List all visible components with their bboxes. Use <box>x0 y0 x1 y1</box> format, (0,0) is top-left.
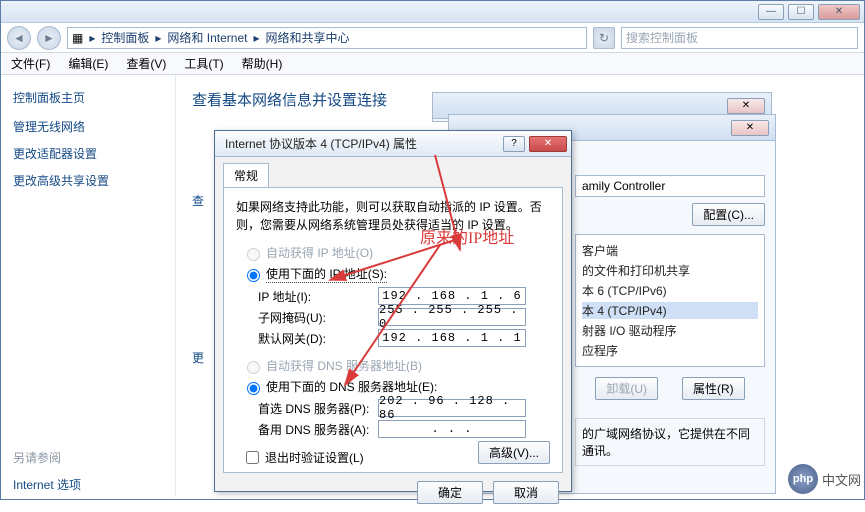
dialog-title: Internet 协议版本 4 (TCP/IPv4) 属性 <box>219 135 417 152</box>
breadcrumb-sep: ▸ <box>155 31 161 45</box>
dialog-titlebar: Internet 协议版本 4 (TCP/IPv4) 属性 ? ✕ <box>215 131 571 157</box>
radio-auto-dns-label: 自动获得 DNS 服务器地址(B) <box>266 357 422 374</box>
window-titlebar: — ☐ ✕ <box>1 1 864 23</box>
back-button[interactable]: ◄ <box>7 26 31 50</box>
menu-bar: 文件(F) 编辑(E) 查看(V) 工具(T) 帮助(H) <box>1 53 864 75</box>
cancel-button[interactable]: 取消 <box>493 481 559 504</box>
radio-manual-ip-input[interactable] <box>247 269 260 282</box>
net-item-driver[interactable]: 射器 I/O 驱动程序 <box>582 322 758 339</box>
menu-edit[interactable]: 编辑(E) <box>68 55 108 72</box>
input-dns2[interactable]: . . . <box>378 420 526 438</box>
breadcrumb-seg2[interactable]: 网络和 Internet <box>167 29 247 46</box>
menu-file[interactable]: 文件(F) <box>11 55 50 72</box>
adapter-name-text: amily Controller <box>582 179 665 193</box>
radio-auto-dns-input <box>247 361 260 374</box>
advanced-button[interactable]: 高级(V)... <box>478 441 550 464</box>
nav-toolbar: ◄ ► ▦ ▸ 控制面板 ▸ 网络和 Internet ▸ 网络和共享中心 ↻ … <box>1 23 864 53</box>
checkbox-validate-input[interactable] <box>246 451 259 464</box>
dialog-help-button[interactable]: ? <box>503 136 525 152</box>
breadcrumb-seg3[interactable]: 网络和共享中心 <box>265 29 349 46</box>
label-dns2: 备用 DNS 服务器(A): <box>258 421 378 438</box>
label-ip: IP 地址(I): <box>258 288 378 305</box>
net-item-fileprint[interactable]: 的文件和打印机共享 <box>582 262 758 279</box>
watermark: php 中文网 <box>788 464 861 494</box>
search-placeholder: 搜索控制面板 <box>626 29 698 46</box>
input-gateway[interactable]: 192 . 168 . 1 . 1 <box>378 329 526 347</box>
menu-tools[interactable]: 工具(T) <box>184 55 223 72</box>
configure-button[interactable]: 配置(C)... <box>692 203 765 226</box>
radio-auto-dns: 自动获得 DNS 服务器地址(B) <box>242 357 550 374</box>
net-item-client[interactable]: 客户端 <box>582 242 758 259</box>
sidebar-link-wireless[interactable]: 管理无线网络 <box>13 118 163 135</box>
label-mask: 子网掩码(U): <box>258 309 378 326</box>
sidebar-link-internet-options[interactable]: Internet 选项 <box>13 476 163 493</box>
php-logo-icon: php <box>788 464 818 494</box>
ok-button[interactable]: 确定 <box>417 481 483 504</box>
menu-view[interactable]: 查看(V) <box>126 55 166 72</box>
sidebar: 控制面板主页 管理无线网络 更改适配器设置 更改高级共享设置 另请参阅 Inte… <box>1 75 176 497</box>
radio-manual-ip[interactable]: 使用下面的 IP 地址(S): <box>242 265 550 283</box>
tab-general[interactable]: 常规 <box>223 163 269 187</box>
address-bar[interactable]: ▦ ▸ 控制面板 ▸ 网络和 Internet ▸ 网络和共享中心 <box>67 27 587 49</box>
dialog-close-button[interactable]: ✕ <box>529 136 567 152</box>
radio-manual-ip-label: 使用下面的 IP 地址(S): <box>266 265 387 283</box>
uninstall-button: 卸载(U) <box>595 377 658 400</box>
watermark-text: 中文网 <box>822 470 861 489</box>
breadcrumb-seg1[interactable]: 控制面板 <box>101 29 149 46</box>
search-box[interactable]: 搜索控制面板 <box>621 27 858 49</box>
menu-help[interactable]: 帮助(H) <box>242 55 283 72</box>
breadcrumb-sep: ▸ <box>89 31 95 45</box>
ipv4-properties-dialog: Internet 协议版本 4 (TCP/IPv4) 属性 ? ✕ 常规 如果网… <box>214 130 572 492</box>
sidebar-link-adapter[interactable]: 更改适配器设置 <box>13 145 163 162</box>
radio-auto-ip-label: 自动获得 IP 地址(O) <box>266 244 373 261</box>
net-item-ipv6[interactable]: 本 6 (TCP/IPv6) <box>582 282 758 299</box>
maximize-button[interactable]: ☐ <box>788 4 814 20</box>
label-gateway: 默认网关(D): <box>258 330 378 347</box>
protocol-desc-line1: 的广域网络协议，它提供在不同 <box>582 425 758 442</box>
control-panel-icon: ▦ <box>72 31 83 45</box>
dialog-tabs: 常规 <box>223 163 571 187</box>
net-item-responder[interactable]: 应程序 <box>582 342 758 359</box>
input-mask[interactable]: 255 . 255 . 255 . 0 <box>378 308 526 326</box>
input-dns1[interactable]: 202 . 96 . 128 . 86 <box>378 399 526 417</box>
refresh-button[interactable]: ↻ <box>593 27 615 49</box>
protocol-desc-line2: 通讯。 <box>582 442 758 459</box>
radio-manual-dns-input[interactable] <box>247 382 260 395</box>
radio-auto-ip-input[interactable] <box>247 248 260 261</box>
adapter-properties-fragment: amily Controller 配置(C)... 客户端 的文件和打印机共享 … <box>575 175 765 466</box>
sidebar-header[interactable]: 控制面板主页 <box>13 89 163 106</box>
radio-manual-dns[interactable]: 使用下面的 DNS 服务器地址(E): <box>242 378 550 395</box>
bg-dialog-close-icon[interactable]: ✕ <box>727 98 765 114</box>
properties-button[interactable]: 属性(R) <box>682 377 745 400</box>
see-also-header: 另请参阅 <box>13 449 163 466</box>
annotation-text: 原来的IP地址 <box>420 224 514 248</box>
label-dns1: 首选 DNS 服务器(P): <box>258 400 378 417</box>
breadcrumb-sep: ▸ <box>253 31 259 45</box>
adapter-name-box: amily Controller <box>575 175 765 197</box>
checkbox-validate-label: 退出时验证设置(L) <box>265 449 364 466</box>
net-item-ipv4[interactable]: 本 4 (TCP/IPv4) <box>582 302 758 319</box>
close-button[interactable]: ✕ <box>818 4 860 20</box>
dialog-button-row: 确定 取消 <box>215 473 571 512</box>
bg-dialog-close-icon[interactable]: ✕ <box>731 120 769 136</box>
forward-button[interactable]: ► <box>37 26 61 50</box>
minimize-button[interactable]: — <box>758 4 784 20</box>
radio-manual-dns-label: 使用下面的 DNS 服务器地址(E): <box>266 378 437 395</box>
sidebar-link-sharing[interactable]: 更改高级共享设置 <box>13 172 163 189</box>
